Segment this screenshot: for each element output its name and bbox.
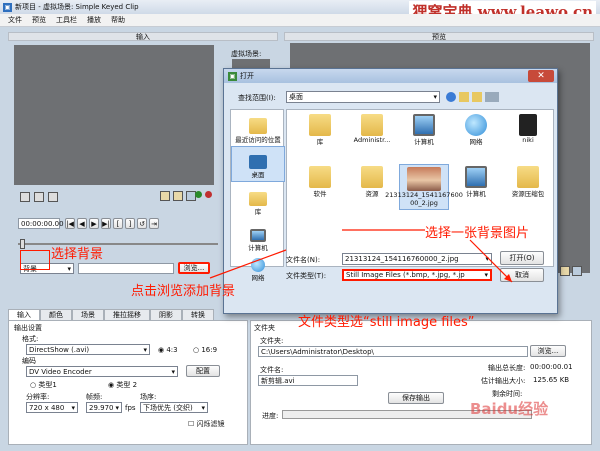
arrow-to-browse xyxy=(209,249,287,279)
annotation-arrows xyxy=(209,229,513,283)
arrow-to-open xyxy=(469,239,513,283)
